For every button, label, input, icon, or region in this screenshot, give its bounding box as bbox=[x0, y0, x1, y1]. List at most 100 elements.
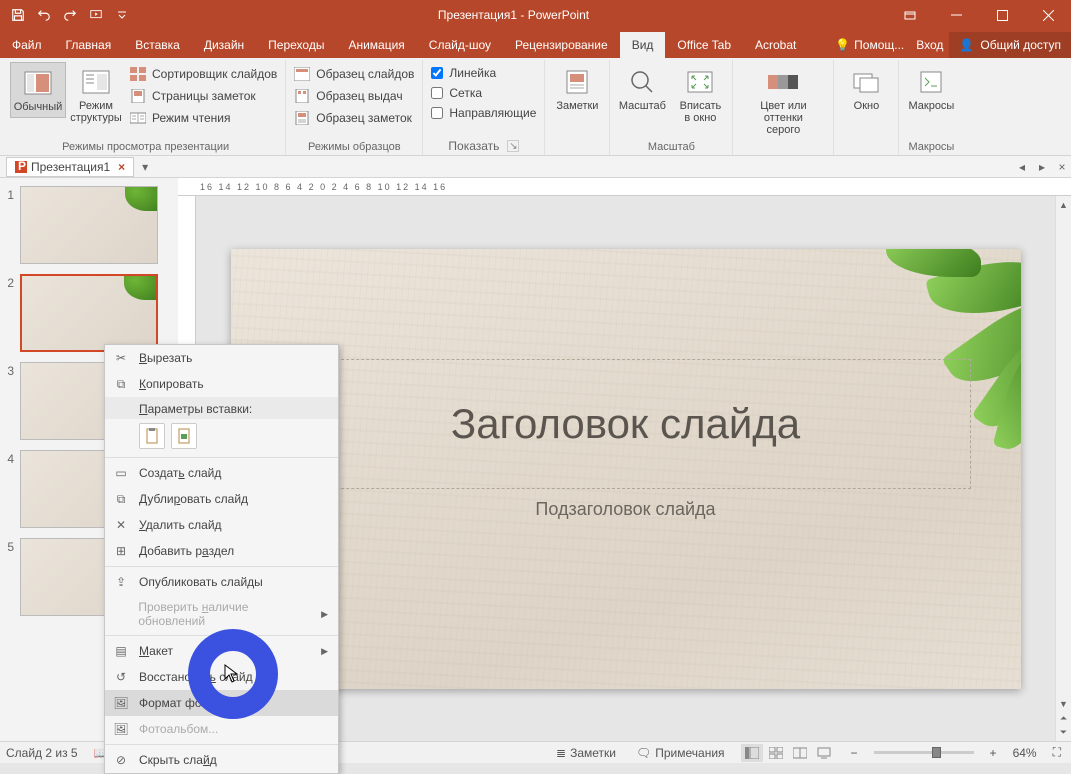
horizontal-ruler: 16 14 12 10 8 6 4 2 0 2 4 6 8 10 12 14 1… bbox=[178, 178, 1071, 196]
notes-toggle[interactable]: ≣ Заметки bbox=[552, 746, 620, 760]
zoom-out-button[interactable]: − bbox=[847, 746, 862, 760]
cm-cut[interactable]: ✂Вырезать bbox=[105, 345, 338, 371]
cm-duplicate-slide[interactable]: ⧉Дублировать слайд bbox=[105, 486, 338, 512]
window-button[interactable]: Окно bbox=[838, 62, 894, 116]
title-placeholder[interactable]: Заголовок слайда bbox=[281, 359, 971, 489]
zoom-level[interactable]: 64% bbox=[1013, 746, 1037, 760]
slide-number: 1 bbox=[4, 186, 14, 264]
tab-insert[interactable]: Вставка bbox=[123, 32, 192, 58]
tab-home[interactable]: Главная bbox=[54, 32, 124, 58]
tab-transitions[interactable]: Переходы bbox=[256, 32, 336, 58]
maximize-button[interactable] bbox=[979, 0, 1025, 30]
slide-number: 4 bbox=[4, 450, 14, 528]
normal-view-button[interactable]: Обычный bbox=[10, 62, 66, 118]
cm-add-section[interactable]: ⊞Добавить раздел bbox=[105, 538, 338, 564]
tab-file[interactable]: Файл bbox=[0, 32, 54, 58]
cm-new-slide[interactable]: ▭Создать слайд bbox=[105, 460, 338, 486]
zoom-button[interactable]: Масштаб bbox=[614, 62, 670, 116]
slide-thumbnail[interactable] bbox=[20, 186, 158, 264]
tab-officetab[interactable]: Office Tab bbox=[665, 32, 743, 58]
album-icon: 🖼 bbox=[113, 721, 129, 737]
cm-format-background[interactable]: 🖼Формат фона... bbox=[105, 690, 338, 716]
tab-animations[interactable]: Анимация bbox=[336, 32, 416, 58]
outline-label: Режим структуры bbox=[70, 100, 122, 124]
cm-copy[interactable]: ⧉Копировать bbox=[105, 371, 338, 397]
slide-number: 5 bbox=[4, 538, 14, 616]
fit-to-window-icon[interactable]: ⛶ bbox=[1049, 745, 1065, 760]
slide-sorter-button[interactable]: Сортировщик слайдов bbox=[126, 64, 281, 84]
slide-number: 2 bbox=[4, 274, 14, 352]
qat-slideshow-icon[interactable] bbox=[84, 3, 108, 27]
slide-number: 3 bbox=[4, 362, 14, 440]
handout-master-button[interactable]: Образец выдач bbox=[290, 86, 418, 106]
duplicate-icon: ⧉ bbox=[113, 491, 129, 507]
sorter-view-icon[interactable] bbox=[765, 744, 787, 762]
comments-toggle[interactable]: 🗨 Примечания bbox=[632, 746, 729, 760]
zoom-in-button[interactable]: + bbox=[986, 746, 1001, 760]
group-label-macros: Макросы bbox=[908, 139, 954, 155]
slide-thumbnail[interactable] bbox=[20, 274, 158, 352]
ruler-checkbox[interactable]: Линейка bbox=[427, 64, 540, 82]
group-label-masters: Режимы образцов bbox=[308, 139, 401, 155]
notes-button[interactable]: Заметки bbox=[549, 62, 605, 116]
paste-option-picture[interactable] bbox=[171, 423, 197, 449]
normal-view-icon[interactable] bbox=[741, 744, 763, 762]
slide-master-button[interactable]: Образец слайдов bbox=[290, 64, 418, 84]
qat-undo-icon[interactable] bbox=[32, 3, 56, 27]
macros-button[interactable]: Макросы bbox=[903, 62, 959, 116]
cm-delete-slide[interactable]: ✕Удалить слайд bbox=[105, 512, 338, 538]
group-label-zoom: Масштаб bbox=[648, 139, 695, 155]
section-icon: ⊞ bbox=[113, 543, 129, 559]
cm-publish-slides[interactable]: ⇪Опубликовать слайды bbox=[105, 569, 338, 595]
guides-checkbox[interactable]: Направляющие bbox=[427, 104, 540, 122]
tab-dropdown-icon[interactable]: ▾ bbox=[136, 158, 154, 176]
share-button[interactable]: 👤Общий доступ bbox=[949, 32, 1071, 58]
close-panel-icon[interactable]: × bbox=[1053, 158, 1071, 176]
cm-hide-slide[interactable]: ⊘Скрыть слайд bbox=[105, 747, 338, 773]
powerpoint-icon: P bbox=[15, 161, 27, 173]
qat-redo-icon[interactable] bbox=[58, 3, 82, 27]
qat-save-icon[interactable] bbox=[6, 3, 30, 27]
grayscale-button[interactable]: Цвет или оттенки серого bbox=[737, 62, 829, 140]
ribbon-options-icon[interactable] bbox=[887, 0, 933, 30]
tab-view[interactable]: Вид bbox=[620, 32, 666, 58]
delete-icon: ✕ bbox=[113, 517, 129, 533]
scroll-up-icon[interactable]: ▲ bbox=[1057, 198, 1071, 212]
signin-button[interactable]: Вход bbox=[910, 32, 949, 58]
outline-view-button[interactable]: Режим структуры bbox=[68, 62, 124, 128]
subtitle-placeholder[interactable]: Подзаголовок слайда bbox=[281, 499, 971, 539]
tab-acrobat[interactable]: Acrobat bbox=[743, 32, 808, 58]
next-slide-icon[interactable]: ⏷ bbox=[1057, 725, 1071, 739]
reading-view-button[interactable]: Режим чтения bbox=[126, 108, 281, 128]
prev-icon[interactable]: ◂ bbox=[1013, 158, 1031, 176]
close-button[interactable] bbox=[1025, 0, 1071, 30]
dialog-launcher-icon[interactable]: ↘ bbox=[507, 140, 519, 152]
tab-design[interactable]: Дизайн bbox=[192, 32, 256, 58]
cm-reset-slide[interactable]: ↺Восстановить слайд bbox=[105, 664, 338, 690]
format-bg-icon: 🖼 bbox=[113, 695, 129, 711]
next-icon[interactable]: ▸ bbox=[1033, 158, 1051, 176]
minimize-button[interactable] bbox=[933, 0, 979, 30]
close-tab-icon[interactable]: × bbox=[118, 160, 125, 174]
zoom-slider[interactable] bbox=[874, 751, 974, 754]
slideshow-view-icon[interactable] bbox=[813, 744, 835, 762]
cm-layout[interactable]: ▤Макет▶ bbox=[105, 638, 338, 664]
document-tab[interactable]: P Презентация1 × bbox=[6, 157, 134, 177]
notes-master-button[interactable]: Образец заметок bbox=[290, 108, 418, 128]
cm-check-updates: Проверить наличие обновлений▶ bbox=[105, 595, 338, 633]
grid-checkbox[interactable]: Сетка bbox=[427, 84, 540, 102]
vertical-scrollbar[interactable]: ▲ ▼ ⏶ ⏷ bbox=[1055, 196, 1071, 741]
prev-slide-icon[interactable]: ⏶ bbox=[1057, 711, 1071, 725]
new-slide-icon: ▭ bbox=[113, 465, 129, 481]
reading-view-icon[interactable] bbox=[789, 744, 811, 762]
tell-me[interactable]: 💡Помощ... bbox=[829, 32, 910, 58]
paste-option-theme[interactable] bbox=[139, 423, 165, 449]
tab-slideshow[interactable]: Слайд-шоу bbox=[417, 32, 503, 58]
tab-review[interactable]: Рецензирование bbox=[503, 32, 620, 58]
notes-page-button[interactable]: Страницы заметок bbox=[126, 86, 281, 106]
qat-dropdown-icon[interactable] bbox=[110, 3, 134, 27]
fit-window-button[interactable]: Вписать в окно bbox=[672, 62, 728, 128]
scroll-down-icon[interactable]: ▼ bbox=[1057, 697, 1071, 711]
slide-count[interactable]: Слайд 2 из 5 bbox=[6, 746, 78, 760]
reset-icon: ↺ bbox=[113, 669, 129, 685]
